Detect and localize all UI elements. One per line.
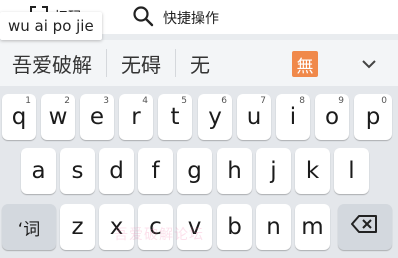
key-letter: i	[289, 104, 297, 130]
expand-candidates-button[interactable]	[358, 52, 380, 74]
key-letter: o	[324, 104, 340, 130]
key-p[interactable]: p 0	[354, 94, 392, 140]
emoji-candidate-button[interactable]: 無	[292, 51, 318, 77]
key-number: 3	[103, 96, 109, 106]
key-number: 9	[338, 96, 344, 106]
key-w[interactable]: w 2	[41, 94, 75, 140]
key-z[interactable]: z	[60, 204, 95, 250]
key-number: 1	[25, 96, 31, 106]
key-t[interactable]: t 5	[158, 94, 192, 140]
key-n[interactable]: n	[256, 204, 291, 250]
key-letter: t	[170, 104, 180, 130]
key-s[interactable]: s	[60, 148, 95, 194]
key-u[interactable]: u 7	[237, 94, 271, 140]
key-o[interactable]: o 9	[315, 94, 349, 140]
key-g[interactable]: g	[177, 148, 212, 194]
key-letter: u	[246, 104, 262, 130]
key-i[interactable]: i 8	[276, 94, 310, 140]
key-number: 8	[299, 96, 305, 106]
key-j[interactable]: j	[256, 148, 291, 194]
backspace-icon	[351, 214, 379, 240]
key-letter: e	[89, 104, 105, 130]
key-letter: q	[11, 104, 27, 130]
search-icon	[132, 5, 154, 31]
key-number: 5	[181, 96, 187, 106]
chevron-down-icon	[361, 54, 377, 73]
key-number: 0	[381, 96, 387, 106]
key-c[interactable]: c	[138, 204, 173, 250]
key-number: 2	[64, 96, 70, 106]
key-a[interactable]: a	[21, 148, 56, 194]
key-number: 6	[221, 96, 227, 106]
key-k[interactable]: k	[295, 148, 330, 194]
key-m[interactable]: m	[295, 204, 330, 250]
key-r[interactable]: r 4	[119, 94, 153, 140]
quick-ops-label: 快捷操作	[163, 11, 219, 27]
candidate-bar: 吾爱破解 无碍 无 無	[0, 40, 398, 86]
candidate-1[interactable]: 吾爱破解	[0, 49, 107, 77]
candidate-2[interactable]: 无碍	[107, 49, 176, 77]
key-number: 7	[260, 96, 266, 106]
backspace-key[interactable]	[338, 204, 392, 250]
composition-text: wu ai po jie	[0, 12, 102, 40]
candidate-3[interactable]: 无	[176, 49, 224, 77]
key-v[interactable]: v	[177, 204, 212, 250]
key-x[interactable]: x	[99, 204, 134, 250]
key-e[interactable]: e 3	[80, 94, 114, 140]
quick-ops-button[interactable]: 快捷操作	[132, 5, 219, 31]
keyboard: q 1 w 2 e 3 r 4 t 5 y 6 u 7 i 8 o 9 p 0 …	[0, 86, 398, 258]
key-b[interactable]: b	[217, 204, 252, 250]
key-q[interactable]: q 1	[2, 94, 36, 140]
key-letter: p	[365, 104, 381, 130]
key-f[interactable]: f	[138, 148, 173, 194]
key-l[interactable]: l	[334, 148, 369, 194]
key-letter: y	[208, 104, 222, 130]
ime-screen: 扫码 快捷操作 wu ai po jie 吾爱破解 无碍 无 無	[0, 0, 398, 258]
key-letter: r	[131, 104, 141, 130]
key-y[interactable]: y 6	[198, 94, 232, 140]
key-d[interactable]: d	[99, 148, 134, 194]
key-letter: w	[48, 104, 68, 130]
key-h[interactable]: h	[217, 148, 252, 194]
language-switch-key[interactable]: ‘词	[2, 204, 56, 250]
key-number: 4	[142, 96, 148, 106]
